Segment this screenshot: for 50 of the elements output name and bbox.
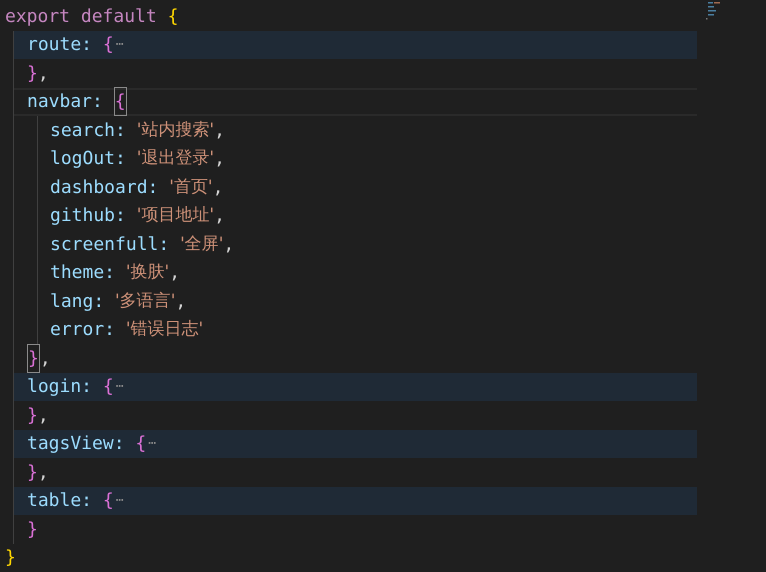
property-name: login: <box>27 375 92 400</box>
brace: } <box>27 404 38 428</box>
minimap-drawing[interactable] <box>706 2 722 20</box>
comma: , <box>40 346 51 371</box>
property-name: table: <box>27 489 92 514</box>
property-name: search: <box>50 118 126 143</box>
comma: , <box>223 232 234 257</box>
fold-ellipsis[interactable]: ⋯ <box>116 35 124 54</box>
fold-ellipsis[interactable]: ⋯ <box>116 491 124 510</box>
property-name: error: <box>50 318 116 342</box>
property-name: navbar: <box>27 90 103 114</box>
fold-ellipsis[interactable]: ⋯ <box>116 377 124 396</box>
comma: , <box>169 261 180 286</box>
keyword: export default <box>5 4 157 29</box>
string-value: '换肤' <box>126 261 170 284</box>
property-name: dashboard: <box>50 176 158 200</box>
comma: , <box>214 118 225 143</box>
property-name: tagsView: <box>27 432 125 456</box>
property-name: github: <box>50 204 126 228</box>
string-value: '首页' <box>169 176 213 198</box>
string-value: '错误日志' <box>126 318 204 341</box>
brace: { <box>102 375 114 400</box>
string-value: '站内搜索' <box>136 118 214 142</box>
brace: { <box>114 87 127 116</box>
property-name: route: <box>27 33 92 58</box>
brace: } <box>27 460 38 485</box>
string-value: '全屏' <box>180 232 224 256</box>
comma: , <box>212 176 224 200</box>
comma: , <box>214 147 225 172</box>
comma: , <box>175 290 186 314</box>
property-name: lang: <box>50 290 104 314</box>
brace: { <box>102 489 114 514</box>
string-value: '项目地址' <box>136 204 214 227</box>
comma: , <box>38 460 49 485</box>
brace: { <box>168 4 178 29</box>
brace: { <box>135 432 146 456</box>
string-value: '多语言' <box>115 290 176 312</box>
fold-ellipsis[interactable]: ⋯ <box>148 434 156 454</box>
property-name: logOut: <box>50 147 126 172</box>
brace: { <box>102 33 114 58</box>
brace: } <box>27 518 38 542</box>
brace: } <box>5 546 16 570</box>
property-name: screenfull: <box>50 232 170 257</box>
comma: , <box>38 62 49 86</box>
brace: } <box>27 62 38 86</box>
comma: , <box>214 204 225 228</box>
brace: } <box>27 344 40 373</box>
comma: , <box>38 404 49 428</box>
property-name: theme: <box>50 261 116 286</box>
string-value: '退出登录' <box>136 147 214 170</box>
